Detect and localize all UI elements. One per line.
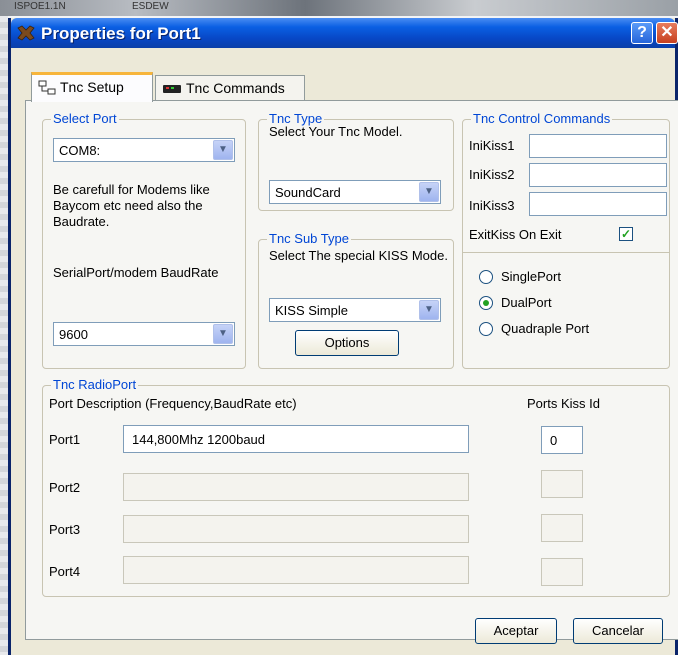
tnc-type-select[interactable]: SoundCard ▼ (269, 180, 441, 204)
port1-label: Port1 (49, 432, 81, 447)
port2-description-field[interactable] (123, 473, 469, 501)
port1-description-value: 144,800Mhz 1200baud (132, 432, 266, 447)
port4-label: Port4 (49, 564, 81, 579)
exit-kiss-label: ExitKiss On Exit (469, 227, 562, 242)
aceptar-button[interactable]: Aceptar (475, 618, 557, 644)
chevron-down-icon[interactable]: ▼ (213, 140, 233, 160)
group-select-port: Select Port COM8: ▼ Be carefull for Mode… (42, 111, 246, 369)
tnc-device-icon (163, 85, 181, 94)
radio-single-port[interactable] (479, 270, 493, 284)
chevron-down-icon[interactable]: ▼ (419, 182, 439, 202)
window-title: Properties for Port1 (41, 24, 201, 43)
inikiss1-label: IniKiss1 (469, 138, 515, 153)
tab-page-tnc-setup: Select Port COM8: ▼ Be carefull for Mode… (25, 100, 678, 640)
cancelar-button[interactable]: Cancelar (573, 618, 663, 644)
port1-kiss-id-value: 0 (550, 433, 558, 448)
tab-tnc-commands[interactable]: Tnc Commands (155, 75, 305, 101)
group-tnc-type: Tnc Type Select Your Tnc Model. SoundCar… (258, 111, 454, 211)
baudrate-select-value: 9600 (59, 327, 88, 342)
tnc-sub-type-caption: Select The special KISS Mode. (269, 248, 448, 263)
chevron-down-icon[interactable]: ▼ (419, 300, 439, 320)
port-select[interactable]: COM8: ▼ (53, 138, 235, 162)
exit-kiss-checkbox[interactable]: ✓ (619, 227, 633, 241)
title-bar[interactable]: Properties for Port1 ? ✕ (11, 18, 678, 48)
single-port-label: SinglePort (501, 269, 561, 284)
group-tnc-radioport: Tnc RadioPort Port Description (Frequenc… (42, 377, 670, 597)
group-title: Tnc RadioPort (51, 377, 139, 392)
baudrate-label: SerialPort/modem BaudRate (53, 265, 219, 280)
help-button[interactable]: ? (631, 22, 653, 44)
tab-label: Tnc Commands (186, 80, 285, 96)
inikiss1-field[interactable] (529, 134, 667, 158)
group-title: Tnc Control Commands (471, 111, 613, 126)
port-select-value: COM8: (59, 143, 101, 158)
app-icon (17, 25, 35, 41)
close-button[interactable]: ✕ (656, 22, 678, 44)
inikiss2-label: IniKiss2 (469, 167, 515, 182)
tab-tnc-setup[interactable]: Tnc Setup (31, 72, 153, 102)
port4-kiss-id-field[interactable] (541, 558, 583, 586)
properties-dialog: Properties for Port1 ? ✕ Tnc Setup Tnc C… (8, 18, 678, 655)
divider (463, 252, 669, 253)
port1-description-field[interactable]: 144,800Mhz 1200baud (123, 425, 469, 453)
background-text-right: ESDEW (132, 1, 169, 12)
inikiss3-label: IniKiss3 (469, 198, 515, 213)
tnc-type-select-value: SoundCard (275, 185, 341, 200)
port2-label: Port2 (49, 480, 81, 495)
inikiss2-field[interactable] (529, 163, 667, 187)
kiss-mode-select[interactable]: KISS Simple ▼ (269, 298, 441, 322)
port4-description-field[interactable] (123, 556, 469, 584)
group-title: Tnc Sub Type (267, 231, 351, 246)
group-title: Select Port (51, 111, 119, 126)
kiss-mode-select-value: KISS Simple (275, 303, 348, 318)
tab-label: Tnc Setup (60, 79, 124, 95)
inikiss3-field[interactable] (529, 192, 667, 216)
port2-kiss-id-field[interactable] (541, 470, 583, 498)
port3-kiss-id-field[interactable] (541, 514, 583, 542)
network-icon (38, 80, 56, 95)
group-tnc-sub-type: Tnc Sub Type Select The special KISS Mod… (258, 231, 454, 369)
port-description-header: Port Description (Frequency,BaudRate etc… (49, 396, 297, 411)
radio-quadraple-port[interactable] (479, 322, 493, 336)
background-text-left: ISPOE1.1N (14, 1, 66, 12)
baudrate-select[interactable]: 9600 ▼ (53, 322, 235, 346)
background-left-strip (0, 16, 8, 655)
tnc-type-caption: Select Your Tnc Model. (269, 124, 403, 139)
port1-kiss-id-field[interactable]: 0 (541, 426, 583, 454)
modem-note: Be carefull for Modems like Baycom etc n… (53, 182, 210, 229)
dual-port-label: DualPort (501, 295, 552, 310)
ports-kiss-id-header: Ports Kiss Id (527, 396, 600, 411)
background-window-strip: ISPOE1.1N ESDEW (0, 0, 678, 16)
group-tnc-control-commands: Tnc Control Commands IniKiss1 IniKiss2 I… (462, 111, 670, 369)
radio-dual-port[interactable] (479, 296, 493, 310)
chevron-down-icon[interactable]: ▼ (213, 324, 233, 344)
port3-label: Port3 (49, 522, 81, 537)
options-button[interactable]: Options (295, 330, 399, 356)
quadraple-port-label: Quadraple Port (501, 321, 590, 336)
port3-description-field[interactable] (123, 515, 469, 543)
